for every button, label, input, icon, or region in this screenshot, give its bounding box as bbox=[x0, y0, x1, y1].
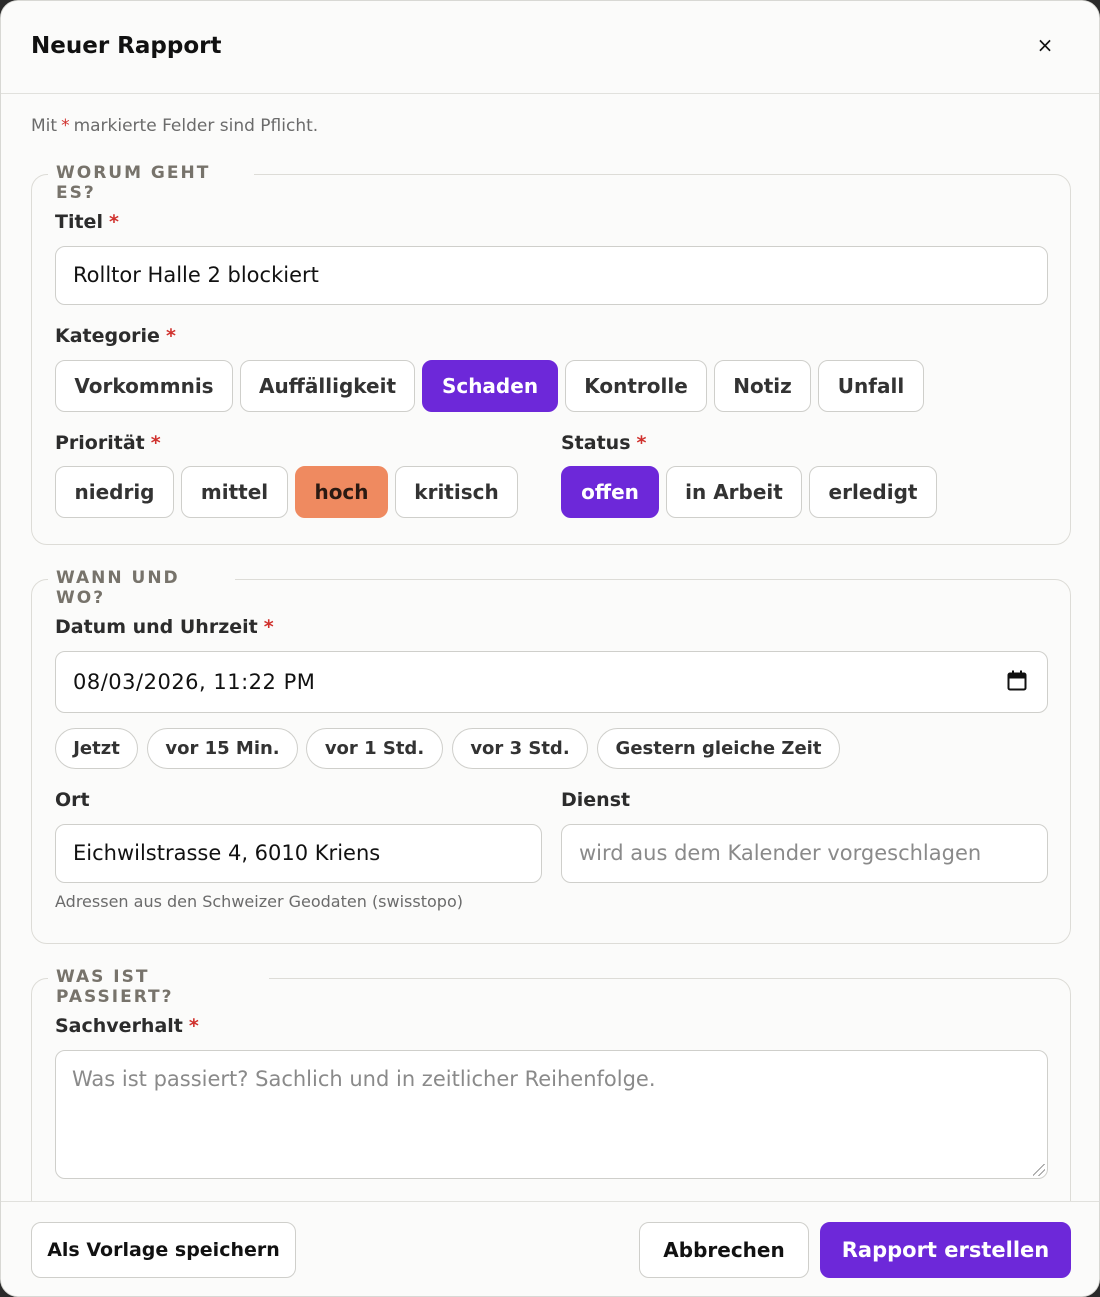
section-what: WORUM GEHT ES? Titel * Rolltor Halle 2 bl… bbox=[31, 163, 1071, 545]
datetime-label-text: Datum und Uhrzeit bbox=[55, 616, 258, 638]
location-label: Ort bbox=[55, 789, 90, 811]
resize-grip-icon[interactable] bbox=[1033, 1164, 1045, 1176]
required-star: * bbox=[150, 432, 161, 454]
section-when: WANN UND WO? Datum und Uhrzeit * 08/03/20… bbox=[31, 568, 1071, 944]
required-star: * bbox=[263, 616, 274, 638]
save-template-button[interactable]: Als Vorlage speichern bbox=[31, 1222, 296, 1278]
datetime-value: 08/03/2026, 11:22 PM bbox=[73, 670, 316, 694]
section-happened: WAS IST PASSIERT? Sachverhalt * Was ist p… bbox=[31, 967, 1071, 1201]
location-input[interactable]: Eichwilstrasse 4, 6010 Kriens bbox=[55, 824, 542, 883]
title-label-text: Titel bbox=[55, 211, 103, 233]
category-chip-vorkommnis[interactable]: Vorkommnis bbox=[55, 360, 233, 412]
category-chip-unfall[interactable]: Unfall bbox=[818, 360, 924, 412]
category-chip-schaden[interactable]: Schaden bbox=[422, 360, 558, 412]
cancel-button[interactable]: Abbrechen bbox=[639, 1222, 809, 1278]
priority-chip-hoch[interactable]: hoch bbox=[295, 466, 388, 518]
quick-time-1h[interactable]: vor 1 Std. bbox=[306, 728, 443, 769]
required-star: * bbox=[108, 211, 119, 233]
service-label: Dienst bbox=[561, 789, 631, 811]
hint-prefix: Mit bbox=[31, 116, 58, 136]
category-chip-kontrolle[interactable]: Kontrolle bbox=[565, 360, 707, 412]
status-chip-offen[interactable]: offen bbox=[561, 466, 659, 518]
status-chip-erledigt[interactable]: erledigt bbox=[809, 466, 937, 518]
dialog-title: Neuer Rapport bbox=[31, 33, 222, 59]
priority-chip-mittel[interactable]: mittel bbox=[181, 466, 288, 518]
facts-textarea[interactable]: Was ist passiert? Sachlich und in zeitli… bbox=[55, 1050, 1048, 1179]
quick-time-3h[interactable]: vor 3 Std. bbox=[452, 728, 588, 769]
hint-suffix: markierte Felder sind Pflicht. bbox=[73, 116, 319, 136]
section-happened-legend: WAS IST PASSIERT? bbox=[48, 967, 269, 1007]
category-label: Kategorie * bbox=[55, 325, 176, 347]
dialog-body: Mit * markierte Felder sind Pflicht. WORUM… bbox=[1, 94, 1099, 1201]
required-star: * bbox=[165, 325, 176, 347]
status-label-text: Status bbox=[561, 432, 631, 454]
status-label: Status * bbox=[561, 432, 646, 454]
category-label-text: Kategorie bbox=[55, 325, 160, 347]
status-chip-in-arbeit[interactable]: in Arbeit bbox=[666, 466, 802, 518]
create-report-button[interactable]: Rapport erstellen bbox=[820, 1222, 1071, 1278]
required-hint: Mit * markierte Felder sind Pflicht. bbox=[31, 116, 318, 136]
category-chip-auffaelligkeit[interactable]: Auffälligkeit bbox=[240, 360, 415, 412]
quick-time-yesterday[interactable]: Gestern gleiche Zeit bbox=[597, 728, 840, 769]
service-input[interactable]: wird aus dem Kalender vorgeschlagen bbox=[561, 824, 1048, 883]
priority-label: Priorität * bbox=[55, 432, 161, 454]
new-report-dialog: Neuer Rapport × Mit * markierte Felder sin… bbox=[0, 0, 1100, 1297]
title-input[interactable]: Rolltor Halle 2 blockiert bbox=[55, 246, 1048, 305]
section-when-legend: WANN UND WO? bbox=[48, 568, 235, 608]
required-star: * bbox=[636, 432, 647, 454]
datetime-input[interactable]: 08/03/2026, 11:22 PM bbox=[55, 651, 1048, 713]
section-what-legend: WORUM GEHT ES? bbox=[48, 163, 254, 203]
facts-placeholder: Was ist passiert? Sachlich und in zeitli… bbox=[72, 1067, 656, 1091]
title-label: Titel * bbox=[55, 211, 119, 233]
location-note: Adressen aus den Schweizer Geodaten (swi… bbox=[55, 892, 463, 911]
quick-time-15min[interactable]: vor 15 Min. bbox=[147, 728, 298, 769]
priority-chip-kritisch[interactable]: kritisch bbox=[395, 466, 518, 518]
priority-label-text: Priorität bbox=[55, 432, 145, 454]
category-chip-notiz[interactable]: Notiz bbox=[714, 360, 811, 412]
close-icon[interactable]: × bbox=[1031, 31, 1059, 59]
facts-label: Sachverhalt * bbox=[55, 1015, 199, 1037]
datetime-label: Datum und Uhrzeit * bbox=[55, 616, 274, 638]
priority-chip-niedrig[interactable]: niedrig bbox=[55, 466, 174, 518]
facts-label-text: Sachverhalt bbox=[55, 1015, 183, 1037]
calendar-icon[interactable] bbox=[1007, 670, 1027, 691]
required-star: * bbox=[188, 1015, 199, 1037]
dialog-header: Neuer Rapport × bbox=[1, 1, 1099, 94]
dialog-footer: Als Vorlage speichern Abbrechen Rapport … bbox=[1, 1201, 1099, 1296]
required-star: * bbox=[61, 116, 70, 136]
quick-time-now[interactable]: Jetzt bbox=[55, 728, 138, 769]
